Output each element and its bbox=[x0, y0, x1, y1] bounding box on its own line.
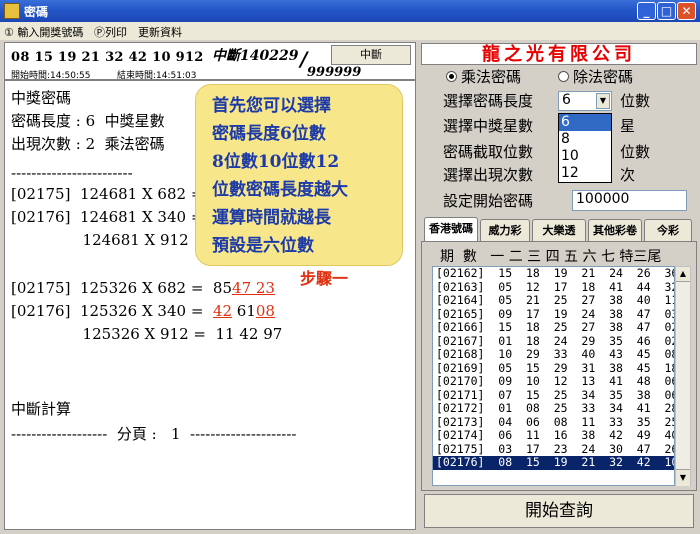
dropdown-option[interactable]: 8 bbox=[559, 131, 611, 148]
callout-line: 運算時間就越長 bbox=[212, 208, 331, 228]
start-code-label: 設定開始密碼 bbox=[443, 192, 534, 210]
table-row[interactable]: [02175] 03 17 23 24 30 47 26 340 bbox=[433, 442, 674, 457]
window-title: 密碼 bbox=[24, 5, 49, 19]
history-list[interactable]: [02162] 15 18 19 21 24 26 36 914 [02163]… bbox=[432, 266, 675, 486]
result-row: 125326 X 912 = 11 42 97 bbox=[11, 325, 283, 343]
occurrence-label: 選擇出現次數 bbox=[443, 166, 534, 184]
results-heading: 中獎密碼 bbox=[11, 89, 72, 107]
close-button[interactable]: ✕ bbox=[677, 2, 696, 20]
result-row: [02175] 125326 X 682 = 8547 23 bbox=[11, 279, 275, 297]
maximize-button[interactable]: □ bbox=[657, 2, 676, 20]
radio-divide-label: 除法密碼 bbox=[573, 68, 634, 86]
table-row[interactable]: [02168] 10 29 33 40 43 45 08 303 bbox=[433, 347, 674, 362]
start-code-input[interactable]: 100000 bbox=[572, 190, 687, 211]
minimize-button[interactable]: _ bbox=[637, 2, 656, 20]
table-row[interactable]: [02166] 15 18 25 27 38 47 02 578 bbox=[433, 320, 674, 335]
radio-multiply-label: 乘法密碼 bbox=[461, 68, 522, 86]
top-info-panel: 08 15 19 21 32 42 10 912 開始時間:14:50:55 結… bbox=[4, 42, 416, 81]
table-row[interactable]: [02172] 01 08 25 33 34 41 28 534 bbox=[433, 401, 674, 416]
table-row[interactable]: [02165] 09 17 19 24 38 47 03 948 bbox=[433, 307, 674, 322]
table-row[interactable]: [02164] 05 21 25 27 38 40 11 578 bbox=[433, 293, 674, 308]
tab-lotto[interactable]: 大樂透 bbox=[532, 219, 586, 243]
result-text: [02175] 125326 X 682 = 85 bbox=[11, 279, 233, 297]
menu-print[interactable]: Ⓟ列印 bbox=[94, 24, 127, 40]
interrupt-calc-label: 中斷計算 bbox=[11, 400, 72, 418]
code-length-dropdown: 6 8 10 12 bbox=[558, 113, 612, 183]
menu-input-numbers[interactable]: ① 輸入開獎號碼 bbox=[4, 24, 83, 40]
highlighted-digits: 42 bbox=[212, 302, 233, 320]
dropdown-option[interactable]: 10 bbox=[559, 148, 611, 165]
result-row: [02176] 124681 X 340 = bbox=[11, 208, 204, 226]
start-code-value: 100000 bbox=[576, 191, 630, 207]
result-row: [02175] 124681 X 682 = bbox=[11, 185, 204, 203]
result-text: [02176] 125326 X 340 = bbox=[11, 302, 213, 320]
menu-update[interactable]: 更新資料 bbox=[138, 24, 182, 40]
result-row: 124681 X 912 = bbox=[11, 231, 206, 249]
highlighted-digits: 08 bbox=[255, 302, 275, 320]
table-row[interactable]: [02174] 06 11 16 38 42 49 40 682 bbox=[433, 428, 674, 443]
occurrence-line: 出現次數 : 2 乘法密碼 bbox=[11, 135, 165, 153]
dropdown-option[interactable]: 12 bbox=[559, 165, 611, 182]
callout-line: 8位數10位數12 bbox=[212, 152, 340, 172]
result-text: 61 bbox=[232, 302, 256, 320]
take-digits-label: 密碼截取位數 bbox=[443, 143, 534, 161]
radio-divide[interactable] bbox=[558, 71, 569, 82]
table-row[interactable]: [02169] 05 15 29 31 38 45 18 918 bbox=[433, 361, 674, 376]
menu-bar: ① 輸入開獎號碼 Ⓟ列印 更新資料 bbox=[0, 22, 700, 40]
unit-digits-2: 位數 bbox=[620, 143, 651, 161]
interrupt-button[interactable]: 中斷 bbox=[331, 45, 411, 65]
table-header: 期 數 一 二 三 四 五 六 七 特三尾 bbox=[440, 249, 662, 265]
separator: ------------------------ bbox=[11, 164, 133, 182]
app-icon bbox=[4, 3, 20, 19]
start-query-button[interactable]: 開始查詢 bbox=[424, 494, 694, 528]
table-row[interactable]: [02173] 04 06 08 11 33 35 25 813 bbox=[433, 415, 674, 430]
tab-today[interactable]: 今彩 bbox=[644, 219, 692, 243]
table-row[interactable]: [02162] 15 18 19 21 24 26 36 914 bbox=[433, 267, 674, 281]
code-length-value: 6 bbox=[562, 92, 571, 108]
drawn-numbers: 08 15 19 21 32 42 10 912 bbox=[11, 50, 204, 65]
table-row[interactable]: [02163] 05 12 17 18 41 44 32 781 bbox=[433, 280, 674, 295]
scroll-down-icon[interactable]: ▼ bbox=[676, 469, 690, 486]
callout-line: 密碼長度6位數 bbox=[212, 124, 326, 144]
table-row[interactable]: [02167] 01 18 24 29 35 46 02 495 bbox=[433, 334, 674, 349]
page-indicator: ------------------- 分頁 : 1 -------------… bbox=[11, 425, 297, 443]
table-row[interactable]: [02170] 09 10 12 13 41 48 06 231 bbox=[433, 374, 674, 389]
select-length-label: 選擇密碼長度 bbox=[443, 92, 534, 110]
dropdown-option[interactable]: 6 bbox=[559, 114, 611, 131]
callout-line: 位數密碼長度越大 bbox=[212, 180, 348, 200]
code-length-line: 密碼長度 : 6 中獎星數 bbox=[11, 112, 165, 130]
step-label: 步驟一 bbox=[300, 269, 349, 288]
radio-multiply[interactable] bbox=[446, 71, 457, 82]
company-banner: 龍之光有限公司 bbox=[421, 43, 697, 65]
tab-powerball[interactable]: 威力彩 bbox=[480, 219, 530, 243]
table-row[interactable]: [02171] 07 15 25 34 35 38 06 545 bbox=[433, 388, 674, 403]
scroll-up-icon[interactable]: ▲ bbox=[676, 267, 690, 282]
scrollbar[interactable]: ▲ ▼ bbox=[675, 266, 691, 486]
callout-line: 預設是六位數 bbox=[212, 236, 314, 256]
unit-stars: 星 bbox=[620, 117, 636, 135]
instruction-callout: 首先您可以選擇 密碼長度6位數 8位數10位數12 位數密碼長度越大 運算時間就… bbox=[195, 84, 403, 266]
chevron-down-icon[interactable]: ▼ bbox=[596, 93, 610, 109]
note-count: 999999 bbox=[307, 65, 362, 80]
result-row: [02176] 125326 X 340 = 42 6108 bbox=[11, 302, 275, 320]
unit-times: 次 bbox=[620, 166, 636, 184]
interrupt-note: 中斷140229 bbox=[212, 48, 299, 64]
unit-digits: 位數 bbox=[620, 92, 651, 110]
tab-other[interactable]: 其他彩卷 bbox=[588, 219, 642, 243]
select-stars-label: 選擇中獎星數 bbox=[443, 117, 534, 135]
table-row-selected[interactable]: [02176] 08 15 19 21 32 42 10 912 bbox=[433, 455, 674, 470]
callout-line: 首先您可以選擇 bbox=[212, 96, 331, 116]
tab-hongkong[interactable]: 香港號碼 bbox=[424, 217, 478, 243]
highlighted-digits: 47 23 bbox=[232, 279, 275, 297]
title-bar: 密碼 _ □ ✕ bbox=[0, 0, 700, 22]
